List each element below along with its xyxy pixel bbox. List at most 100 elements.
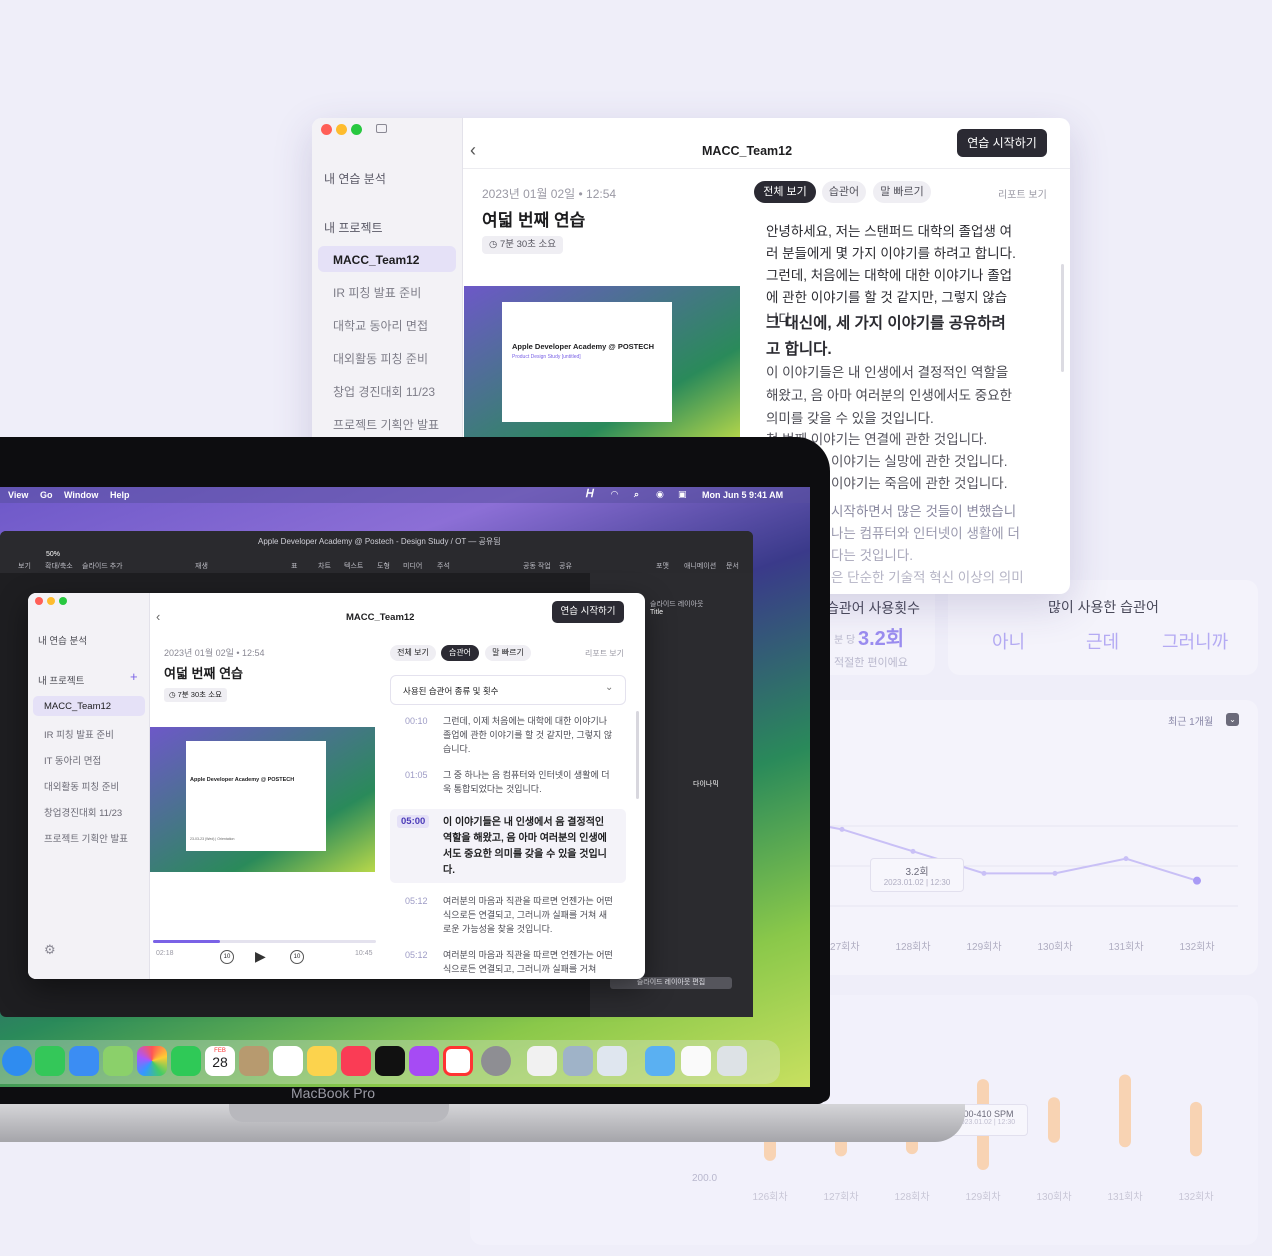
podcasts-icon[interactable] xyxy=(409,1046,439,1076)
sidebar-item-external[interactable]: 대외활동 피칭 준비 xyxy=(333,350,428,367)
tb-comment[interactable]: 주석 xyxy=(437,561,450,571)
preview-icon[interactable] xyxy=(563,1046,593,1076)
mini-entry-time-2[interactable]: 01:05 xyxy=(405,770,428,780)
mini-entry-time-1[interactable]: 00:10 xyxy=(405,716,428,726)
mini-tab-filler[interactable]: 습관어 xyxy=(441,645,479,661)
tab-all[interactable]: 전체 보기 xyxy=(754,181,816,203)
tb-table[interactable]: 표 xyxy=(291,561,297,571)
analysis-link[interactable]: 내 연습 분석 xyxy=(324,170,386,187)
dynamic-tab[interactable]: 다이나믹 xyxy=(693,779,719,789)
music-icon[interactable] xyxy=(341,1046,371,1076)
tb-zoom-value[interactable]: 50% xyxy=(46,551,60,558)
tb-text[interactable]: 텍스트 xyxy=(344,561,363,571)
mini-time-end: 10:45 xyxy=(355,950,373,957)
mini-settings-icon[interactable]: ⚙ xyxy=(44,942,56,958)
textedit-icon[interactable] xyxy=(527,1046,557,1076)
sidebar-item-ir[interactable]: IR 피칭 발표 준비 xyxy=(333,284,421,301)
mini-timeline[interactable] xyxy=(153,940,376,943)
report-link[interactable]: 리포트 보기 xyxy=(998,186,1047,201)
news-icon[interactable] xyxy=(443,1046,473,1076)
mini-item-startup[interactable]: 창업경진대회 11/23 xyxy=(44,805,122,819)
reminders-icon[interactable] xyxy=(273,1046,303,1076)
menu-help[interactable]: Help xyxy=(110,490,130,500)
document-icon[interactable] xyxy=(681,1046,711,1076)
mini-back-icon[interactable]: ‹ xyxy=(156,609,160,624)
mini-tab-speed[interactable]: 말 빠르기 xyxy=(485,645,531,661)
notes-icon[interactable] xyxy=(307,1046,337,1076)
user-icon[interactable]: ◉ xyxy=(656,489,664,500)
mini-video[interactable]: Apple Developer Academy @ POSTECH 23-03-… xyxy=(150,727,375,872)
mini-item-plan[interactable]: 프로젝트 기획안 발표 xyxy=(44,831,128,845)
facetime-icon[interactable] xyxy=(171,1046,201,1076)
mini-tab-all[interactable]: 전체 보기 xyxy=(390,645,436,661)
mini-scrollbar[interactable] xyxy=(636,711,639,799)
tb-collab[interactable]: 공동 작업 xyxy=(523,561,551,571)
sidebar-item-macc[interactable]: MACC_Team12 xyxy=(333,253,419,267)
mail-icon[interactable] xyxy=(69,1046,99,1076)
wifi-icon[interactable]: ◠ xyxy=(611,489,618,500)
back-chevron-icon[interactable]: ‹ xyxy=(470,140,476,161)
mini-zoom-icon[interactable] xyxy=(59,597,67,605)
search-icon[interactable]: ⌕ xyxy=(634,489,639,500)
maps-icon[interactable] xyxy=(103,1046,133,1076)
keynote-dock-icon[interactable] xyxy=(597,1046,627,1076)
messages-icon[interactable] xyxy=(35,1046,65,1076)
tab-speed[interactable]: 말 빠르기 xyxy=(873,181,931,203)
slide-layout-value[interactable]: Title xyxy=(650,609,663,616)
mini-start-button[interactable]: 연습 시작하기 xyxy=(552,601,624,623)
contacts-icon[interactable] xyxy=(239,1046,269,1076)
mini-analysis-link[interactable]: 내 연습 분석 xyxy=(38,633,87,647)
menu-go[interactable]: Go xyxy=(40,490,53,500)
mini-item-it[interactable]: IT 동아리 면접 xyxy=(44,753,101,767)
menu-view[interactable]: View xyxy=(8,490,28,500)
mini-entry-time-4[interactable]: 05:12 xyxy=(405,896,428,906)
mini-add-project-icon[interactable]: + xyxy=(130,669,138,684)
video-preview[interactable]: Apple Developer Academy @ POSTECH Produc… xyxy=(464,286,740,442)
tb-format[interactable]: 포맷 xyxy=(656,561,669,571)
mini-entry-time-3[interactable]: 05:00 xyxy=(397,815,430,828)
system-settings-icon[interactable] xyxy=(481,1046,511,1076)
tv-icon[interactable] xyxy=(375,1046,405,1076)
mini-forward-icon[interactable]: 10 xyxy=(290,950,304,964)
photos-icon[interactable] xyxy=(137,1046,167,1076)
folder-icon[interactable] xyxy=(645,1046,675,1076)
safari-icon[interactable] xyxy=(2,1046,32,1076)
mini-entry-time-5[interactable]: 05:12 xyxy=(405,950,428,960)
tb-animate[interactable]: 애니메이션 xyxy=(684,561,716,571)
tb-chart[interactable]: 차트 xyxy=(318,561,331,571)
tb-shape[interactable]: 도형 xyxy=(377,561,390,571)
trash-icon[interactable] xyxy=(717,1046,747,1076)
close-window-icon[interactable] xyxy=(321,124,332,135)
tb-view[interactable]: 보기 xyxy=(18,561,31,571)
period-chevron-icon[interactable]: ⌄ xyxy=(1226,713,1239,726)
mini-play-icon[interactable]: ▶ xyxy=(255,948,266,965)
sidebar-item-startup[interactable]: 창업 경진대회 11/23 xyxy=(333,383,435,400)
start-practice-button[interactable]: 연습 시작하기 xyxy=(957,129,1047,157)
tb-zoom[interactable]: 확대/축소 xyxy=(45,561,73,571)
mini-item-macc[interactable]: MACC_Team12 xyxy=(44,701,111,712)
tb-media[interactable]: 미디어 xyxy=(403,561,422,571)
tb-share[interactable]: 공유 xyxy=(559,561,572,571)
tab-filler[interactable]: 습관어 xyxy=(822,181,866,203)
zoom-window-icon[interactable] xyxy=(351,124,362,135)
mini-report-link[interactable]: 리포트 보기 xyxy=(585,648,624,659)
sidebar-item-plan[interactable]: 프로젝트 기획안 발표 xyxy=(333,416,439,433)
calendar-icon[interactable]: FEB 28 xyxy=(205,1046,235,1076)
sidebar-toggle-icon[interactable] xyxy=(376,124,387,133)
sidebar-item-club[interactable]: 대학교 동아리 면접 xyxy=(333,317,428,334)
mini-minimize-icon[interactable] xyxy=(47,597,55,605)
mini-item-external[interactable]: 대외활동 피칭 준비 xyxy=(44,779,119,793)
mini-dropdown[interactable]: 사용된 습관어 종류 및 횟수 ⌄ xyxy=(390,675,626,705)
mini-rewind-icon[interactable]: 10 xyxy=(220,950,234,964)
mini-item-ir[interactable]: IR 피칭 발표 준비 xyxy=(44,727,114,741)
mini-close-icon[interactable] xyxy=(35,597,43,605)
control-center-icon[interactable]: ▣ xyxy=(678,489,687,500)
tb-add-slide[interactable]: 슬라이드 추가 xyxy=(82,561,123,571)
period-select[interactable]: 최근 1개월 xyxy=(1168,713,1213,728)
tb-document[interactable]: 문서 xyxy=(726,561,739,571)
app-logo-icon[interactable]: 𝐻 xyxy=(586,488,594,501)
scroll-indicator[interactable] xyxy=(1061,264,1064,372)
tb-play[interactable]: 재생 xyxy=(195,561,208,571)
menu-window[interactable]: Window xyxy=(64,490,98,500)
minimize-window-icon[interactable] xyxy=(336,124,347,135)
